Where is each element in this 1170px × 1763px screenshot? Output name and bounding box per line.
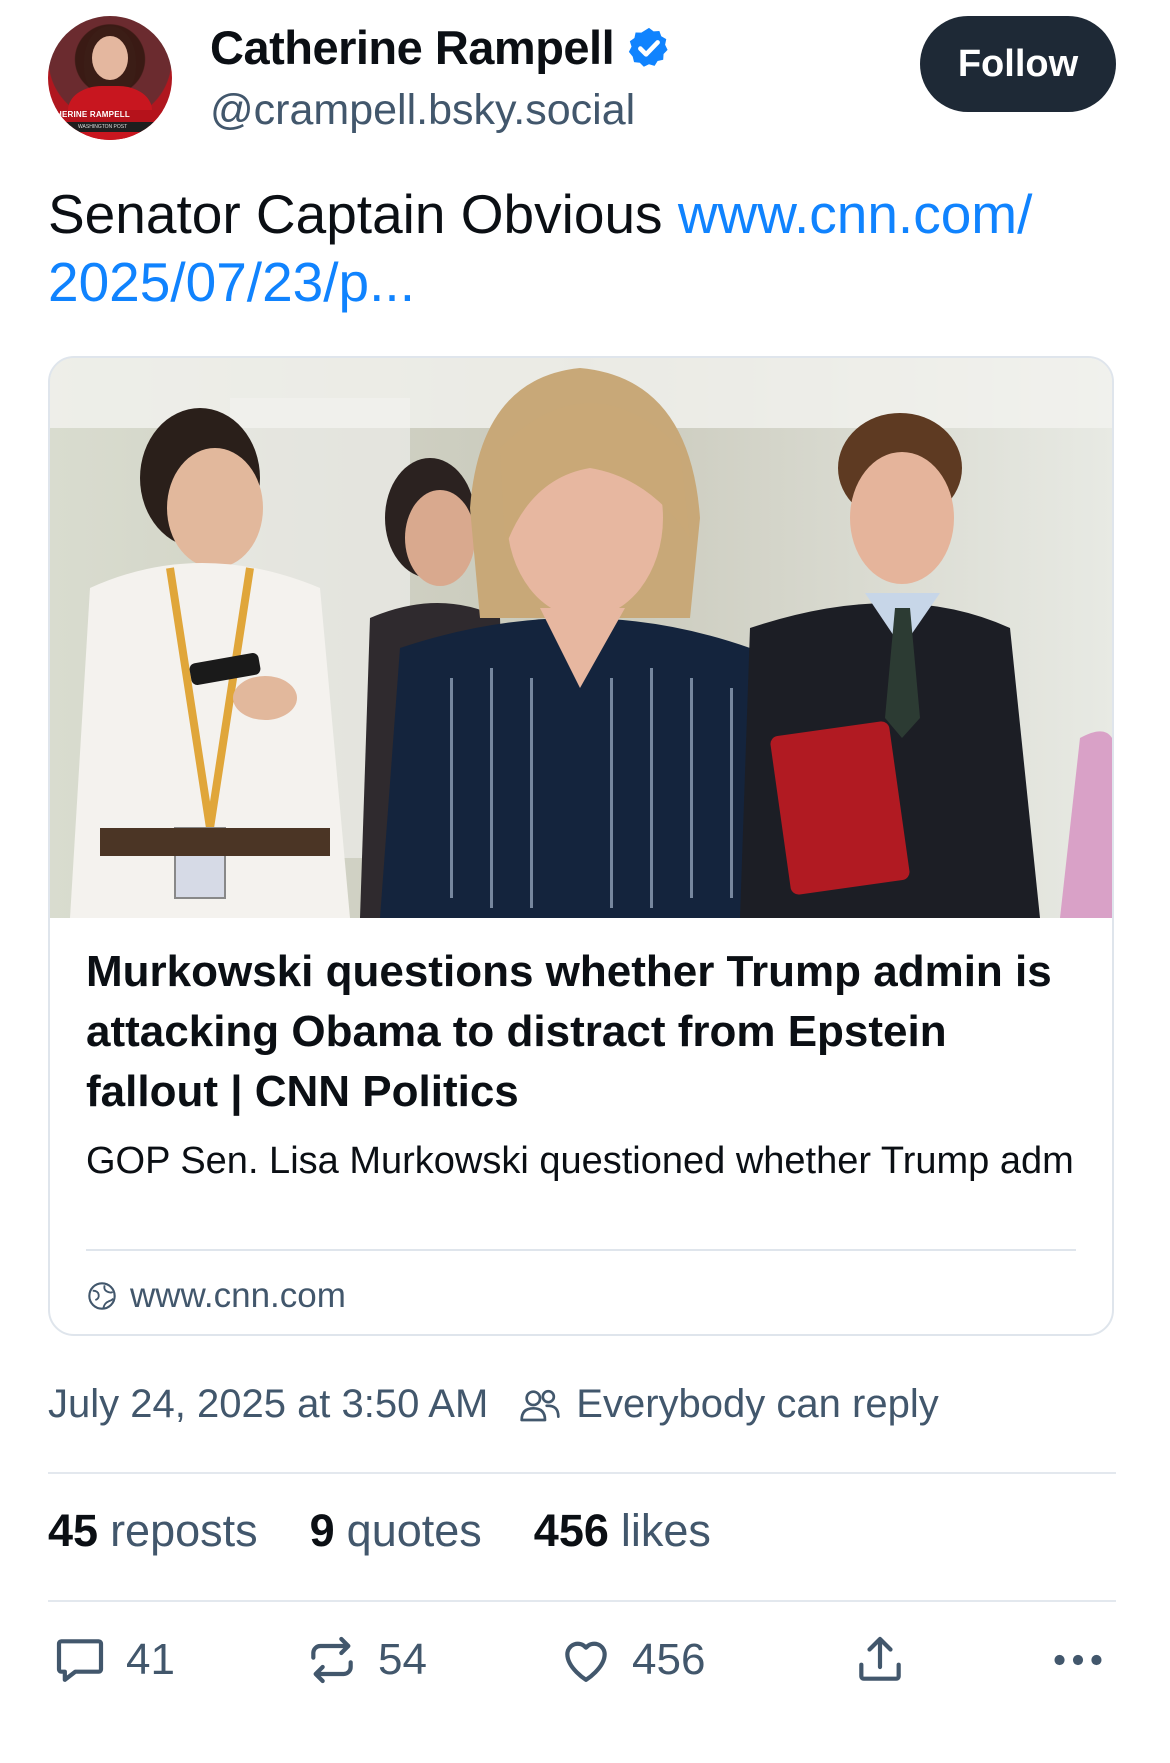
quotes-stat[interactable]: 9 quotes <box>310 1505 482 1557</box>
author-handle[interactable]: @crampell.bsky.social <box>210 86 635 135</box>
heart-icon <box>565 1641 607 1682</box>
post-actions: 41 54 456 <box>48 1632 1116 1712</box>
like-count: 456 <box>632 1635 706 1684</box>
more-dots-icon <box>1054 1654 1102 1666</box>
card-title: Murkowski questions whether Trump admin … <box>86 947 1052 1116</box>
card-body: Murkowski questions whether Trump admin … <box>86 942 1076 1187</box>
reply-setting[interactable]: Everybody can reply <box>518 1382 939 1427</box>
avatar-face <box>92 36 128 80</box>
globe-icon <box>88 1282 116 1310</box>
post-stats: 45 reposts 9 quotes 456 likes <box>48 1505 763 1557</box>
repost-count: 54 <box>378 1635 427 1684</box>
likes-stat[interactable]: 456 likes <box>534 1505 711 1557</box>
avatar-banner-sub: WASHINGTON POST <box>48 122 172 132</box>
repost-action[interactable]: 54 <box>304 1632 427 1688</box>
author-name[interactable]: Catherine Rampell <box>210 20 615 75</box>
repost-icon <box>311 1636 353 1684</box>
reply-bubble-icon <box>56 1639 104 1682</box>
quotes-label: quotes <box>346 1505 482 1556</box>
card-domain: www.cnn.com <box>86 1276 346 1316</box>
likes-count: 456 <box>533 1505 609 1556</box>
like-action[interactable]: 456 <box>558 1632 705 1688</box>
card-thumbnail-image <box>50 358 1112 918</box>
reposts-stat[interactable]: 45 reposts <box>48 1505 258 1557</box>
card-divider <box>86 1249 1076 1251</box>
reposts-label: reposts <box>110 1505 258 1556</box>
likes-label: likes <box>620 1505 711 1556</box>
share-icon <box>859 1636 901 1681</box>
reply-count: 41 <box>126 1635 175 1684</box>
card-description: GOP Sen. Lisa Murkowski questioned wheth… <box>86 1140 1076 1182</box>
more-options-action[interactable] <box>1048 1632 1126 1688</box>
card-domain-text: www.cnn.com <box>130 1276 346 1315</box>
reply-action[interactable]: 41 <box>52 1632 175 1688</box>
post-meta: July 24, 2025 at 3:50 AM Everybody can r… <box>48 1382 939 1427</box>
post-text: Senator Captain Obvious www.cnn.com/ 202… <box>48 180 1128 316</box>
post-timestamp: July 24, 2025 at 3:50 AM <box>48 1382 489 1426</box>
quotes-count: 9 <box>309 1505 335 1556</box>
reply-setting-label: Everybody can reply <box>576 1382 939 1426</box>
divider-bottom <box>48 1600 1116 1602</box>
post-text-body: Senator Captain Obvious <box>48 183 678 245</box>
author-name-row: Catherine Rampell <box>210 20 672 75</box>
share-action[interactable] <box>852 1632 926 1688</box>
people-icon <box>520 1389 560 1421</box>
post-header: HERINE RAMPELL WASHINGTON POST Catherine… <box>0 0 1170 170</box>
author-avatar[interactable]: HERINE RAMPELL WASHINGTON POST <box>48 16 172 140</box>
follow-button[interactable]: Follow <box>920 16 1116 112</box>
reposts-count: 45 <box>48 1505 99 1556</box>
divider-top <box>48 1472 1116 1474</box>
link-preview-card[interactable]: Murkowski questions whether Trump admin … <box>48 356 1114 1336</box>
verified-badge-icon[interactable] <box>626 25 672 71</box>
